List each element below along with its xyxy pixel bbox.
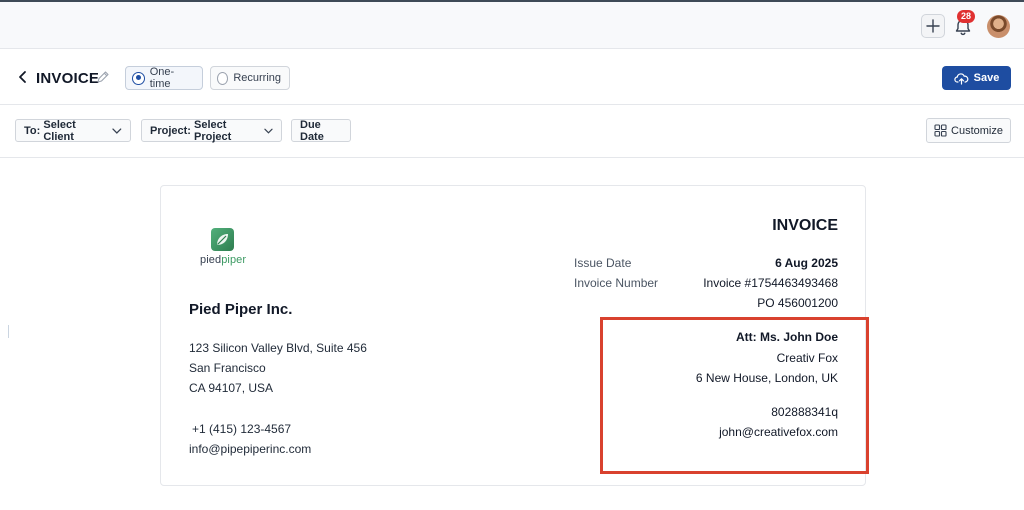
select-client-dropdown[interactable]: To: Select Client bbox=[15, 118, 131, 143]
po-number: PO 456001200 bbox=[757, 296, 838, 310]
plus-icon bbox=[926, 19, 940, 33]
company-email: info@pipepiperinc.com bbox=[189, 442, 312, 456]
radio-selected-icon bbox=[132, 71, 145, 85]
issue-date-value: 6 Aug 2025 bbox=[775, 256, 838, 270]
client-value: Select Client bbox=[43, 118, 76, 143]
user-avatar[interactable] bbox=[987, 15, 1010, 38]
chevron-down-icon bbox=[264, 128, 273, 134]
recurring-label: Recurring bbox=[233, 72, 281, 84]
add-button[interactable] bbox=[921, 14, 945, 38]
invoice-number-label: Invoice Number bbox=[574, 276, 659, 290]
pencil-icon[interactable] bbox=[96, 70, 110, 84]
select-project-dropdown[interactable]: Project: Select Project bbox=[141, 118, 282, 143]
company-address-line3: CA 94107, USA bbox=[189, 381, 274, 395]
company-name: Pied Piper Inc. bbox=[189, 301, 293, 318]
invoice-heading: INVOICE bbox=[772, 217, 838, 234]
company-address-line1: 123 Silicon Valley Blvd, Suite 456 bbox=[189, 341, 367, 355]
project-value: Select Project bbox=[194, 118, 232, 143]
save-button[interactable]: Save bbox=[942, 66, 1011, 90]
top-bar: 28 bbox=[0, 0, 1024, 49]
radio-unselected-icon bbox=[217, 71, 229, 85]
customize-label: Customize bbox=[951, 124, 1003, 137]
notification-badge: 28 bbox=[957, 10, 975, 23]
pied-piper-logo-icon bbox=[211, 228, 234, 251]
company-address-line2: San Francisco bbox=[189, 361, 266, 375]
page-title: INVOICE bbox=[36, 70, 100, 87]
invoice-header: INVOICE One-time Recurring Save bbox=[0, 50, 1024, 105]
invoice-number-value: Invoice #1754463493468 bbox=[703, 276, 838, 290]
filter-bar: To: Select Client Project: Select Projec… bbox=[0, 105, 1024, 158]
customize-button[interactable]: Customize bbox=[926, 118, 1011, 143]
grid-icon bbox=[934, 124, 947, 137]
issue-date-label: Issue Date bbox=[574, 256, 632, 270]
one-time-option[interactable]: One-time bbox=[125, 66, 203, 90]
company-logo-text: piedpiper bbox=[200, 254, 247, 266]
cloud-upload-icon bbox=[953, 72, 969, 85]
recurring-option[interactable]: Recurring bbox=[210, 66, 290, 90]
chevron-down-icon bbox=[112, 127, 122, 134]
chevron-left-icon[interactable] bbox=[16, 69, 30, 85]
one-time-label: One-time bbox=[149, 66, 175, 90]
company-phone: +1 (415) 123-4567 bbox=[192, 422, 292, 436]
due-date-button[interactable]: Due Date bbox=[291, 118, 351, 143]
project-label: Project: bbox=[150, 124, 191, 137]
due-date-label: Due Date bbox=[300, 118, 324, 143]
save-label: Save bbox=[973, 72, 1000, 84]
resize-handle[interactable] bbox=[8, 325, 9, 338]
client-label: To: bbox=[24, 124, 41, 137]
client-details-highlight bbox=[600, 317, 869, 474]
